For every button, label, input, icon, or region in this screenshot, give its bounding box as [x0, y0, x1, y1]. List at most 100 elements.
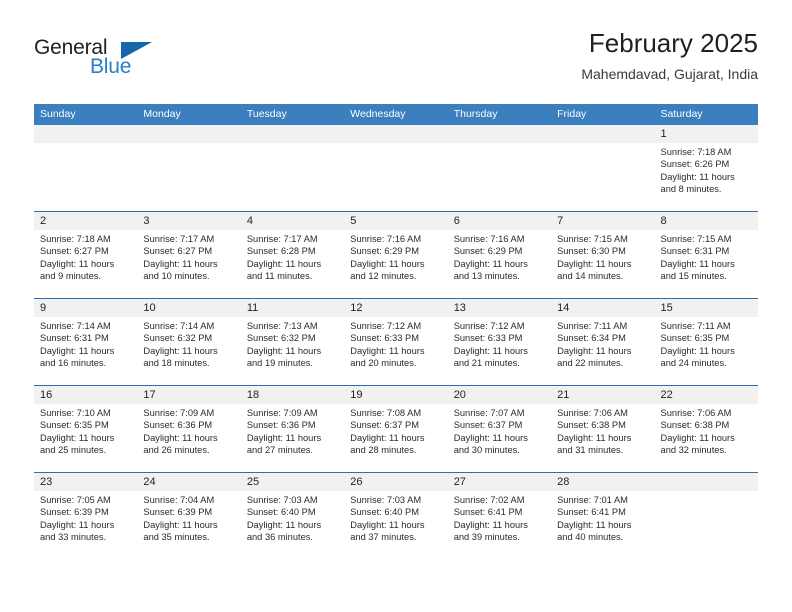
- day-number: 3: [137, 212, 241, 230]
- calendar-page: General Blue February 2025 Mahemdavad, G…: [0, 0, 792, 612]
- day-number: 26: [344, 473, 448, 491]
- general-blue-logo[interactable]: General Blue: [34, 36, 164, 84]
- daylight-duration-line2: and 8 minutes.: [660, 184, 722, 195]
- calendar-day-cell[interactable]: 7 Sunrise: 7:15 AM Sunset: 6:30 PM Daylight…: [551, 212, 655, 298]
- day-details: Sunrise: 7:11 AM Sunset: 6:34 PM Daylight:…: [551, 317, 654, 370]
- sunset-time: Sunset: 6:37 PM: [453, 420, 523, 431]
- calendar-day-cell[interactable]: 24 Sunrise: 7:04 AM Sunset: 6:39 PM Dayligh…: [137, 473, 241, 559]
- weekday-header-monday: Monday: [143, 108, 181, 120]
- calendar-day-cell[interactable]: 1 Sunrise: 7:18 AM Sunset: 6:26 PM Daylight…: [654, 125, 758, 211]
- sunrise-time: Sunrise: 7:05 AM: [40, 495, 111, 505]
- day-number: 28: [551, 473, 655, 491]
- day-details: Sunrise: 7:18 AM Sunset: 6:26 PM Daylight:…: [655, 143, 758, 196]
- day-details: Sunrise: 7:17 AM Sunset: 6:27 PM Daylight:…: [137, 230, 240, 283]
- daylight-duration-line1: Daylight: 11 hours: [246, 345, 322, 356]
- daylight-duration-line2: and 20 minutes.: [350, 358, 417, 369]
- calendar-day-cell[interactable]: 8 Sunrise: 7:15 AM Sunset: 6:31 PM Daylight…: [654, 212, 758, 298]
- calendar-day-cell[interactable]: 25 Sunrise: 7:03 AM Sunset: 6:40 PM Dayligh…: [240, 473, 345, 559]
- daylight-duration-line2: and 30 minutes.: [453, 445, 520, 456]
- sunset-time: Sunset: 6:39 PM: [143, 507, 213, 518]
- sunset-time: Sunset: 6:40 PM: [246, 507, 316, 518]
- calendar-day-cell[interactable]: 18 Sunrise: 7:09 AM Sunset: 6:36 PM Dayligh…: [240, 386, 345, 472]
- day-details: [655, 491, 758, 494]
- day-number: 8: [654, 212, 758, 230]
- day-details: Sunrise: 7:14 AM Sunset: 6:32 PM Daylight:…: [137, 317, 240, 370]
- daylight-duration-line2: and 36 minutes.: [246, 532, 313, 543]
- sunrise-time: Sunrise: 7:16 AM: [350, 234, 422, 244]
- sunset-time: Sunset: 6:27 PM: [40, 246, 109, 257]
- day-details: Sunrise: 7:15 AM Sunset: 6:30 PM Daylight:…: [551, 230, 654, 283]
- calendar-day-cell[interactable]: 9 Sunrise: 7:14 AM Sunset: 6:31 PM Daylight…: [34, 299, 138, 385]
- daylight-duration-line1: Daylight: 11 hours: [557, 432, 632, 443]
- weekday-header-row: Sunday Monday Tuesday Wednesday Thursday…: [34, 104, 758, 125]
- daylight-duration-line2: and 10 minutes.: [143, 271, 210, 282]
- calendar-day-cell[interactable]: 13 Sunrise: 7:12 AM Sunset: 6:33 PM Dayligh…: [447, 299, 552, 385]
- daylight-duration-line1: Daylight: 11 hours: [350, 258, 425, 269]
- day-number: 24: [137, 473, 241, 491]
- sunset-time: Sunset: 6:37 PM: [350, 420, 419, 431]
- calendar-day-cell[interactable]: 14 Sunrise: 7:11 AM Sunset: 6:34 PM Dayligh…: [551, 299, 655, 385]
- day-number: 15: [654, 299, 758, 317]
- daylight-duration-line2: and 37 minutes.: [350, 532, 417, 543]
- page-subtitle: Mahemdavad, Gujarat, India: [581, 66, 758, 82]
- day-number: 27: [447, 473, 552, 491]
- calendar-day-cell[interactable]: 11 Sunrise: 7:13 AM Sunset: 6:32 PM Dayligh…: [240, 299, 345, 385]
- calendar-day-cell[interactable]: 27 Sunrise: 7:02 AM Sunset: 6:41 PM Dayligh…: [447, 473, 552, 559]
- daylight-duration-line2: and 19 minutes.: [246, 358, 313, 369]
- calendar-day-cell[interactable]: 2 Sunrise: 7:18 AM Sunset: 6:27 PM Daylight…: [34, 212, 138, 298]
- calendar-day-cell-empty: [654, 473, 758, 559]
- daylight-duration-line2: and 14 minutes.: [557, 271, 624, 282]
- sunset-time: Sunset: 6:30 PM: [557, 246, 626, 257]
- daylight-duration-line1: Daylight: 11 hours: [350, 345, 425, 356]
- weekday-header-saturday: Saturday: [660, 108, 703, 120]
- sunset-time: Sunset: 6:31 PM: [660, 246, 730, 257]
- day-number: 6: [447, 212, 552, 230]
- sunrise-time: Sunrise: 7:14 AM: [143, 321, 215, 331]
- calendar-day-cell[interactable]: 15 Sunrise: 7:11 AM Sunset: 6:35 PM Dayligh…: [654, 299, 758, 385]
- day-number: 23: [34, 473, 138, 491]
- daylight-duration-line2: and 9 minutes.: [40, 271, 101, 282]
- calendar-day-cell[interactable]: 20 Sunrise: 7:07 AM Sunset: 6:37 PM Dayligh…: [447, 386, 552, 472]
- day-details: Sunrise: 7:03 AM Sunset: 6:40 PM Daylight:…: [241, 491, 344, 544]
- daylight-duration-line1: Daylight: 11 hours: [40, 345, 115, 356]
- calendar-day-cell[interactable]: 16 Sunrise: 7:10 AM Sunset: 6:35 PM Dayligh…: [34, 386, 138, 472]
- day-details: Sunrise: 7:13 AM Sunset: 6:32 PM Daylight:…: [241, 317, 344, 370]
- calendar-day-cell[interactable]: 23 Sunrise: 7:05 AM Sunset: 6:39 PM Dayligh…: [34, 473, 138, 559]
- day-details: Sunrise: 7:02 AM Sunset: 6:41 PM Daylight:…: [448, 491, 551, 544]
- calendar-day-cell[interactable]: 19 Sunrise: 7:08 AM Sunset: 6:37 PM Dayligh…: [344, 386, 448, 472]
- calendar-day-cell[interactable]: 17 Sunrise: 7:09 AM Sunset: 6:36 PM Dayligh…: [137, 386, 241, 472]
- page-header: General Blue February 2025 Mahemdavad, G…: [34, 28, 758, 96]
- calendar-day-cell[interactable]: 4 Sunrise: 7:17 AM Sunset: 6:28 PM Daylight…: [240, 212, 345, 298]
- day-details: Sunrise: 7:04 AM Sunset: 6:39 PM Daylight:…: [137, 491, 240, 544]
- calendar-day-cell[interactable]: 22 Sunrise: 7:06 AM Sunset: 6:38 PM Dayligh…: [654, 386, 758, 472]
- day-details: Sunrise: 7:16 AM Sunset: 6:29 PM Daylight:…: [344, 230, 447, 283]
- weekday-header-sunday: Sunday: [40, 108, 76, 120]
- calendar-grid: Sunday Monday Tuesday Wednesday Thursday…: [34, 104, 758, 559]
- calendar-day-cell[interactable]: 3 Sunrise: 7:17 AM Sunset: 6:27 PM Daylight…: [137, 212, 241, 298]
- weekday-header-friday: Friday: [557, 108, 587, 120]
- daylight-duration-line1: Daylight: 11 hours: [246, 432, 322, 443]
- day-details: Sunrise: 7:06 AM Sunset: 6:38 PM Daylight:…: [551, 404, 654, 457]
- sunrise-time: Sunrise: 7:13 AM: [246, 321, 318, 331]
- daylight-duration-line1: Daylight: 11 hours: [246, 519, 322, 530]
- calendar-day-cell-empty: [34, 125, 138, 211]
- calendar-day-cell[interactable]: 5 Sunrise: 7:16 AM Sunset: 6:29 PM Daylight…: [344, 212, 448, 298]
- calendar-day-cell[interactable]: 28 Sunrise: 7:01 AM Sunset: 6:41 PM Dayligh…: [551, 473, 655, 559]
- calendar-day-cell[interactable]: 26 Sunrise: 7:03 AM Sunset: 6:40 PM Dayligh…: [344, 473, 448, 559]
- day-number: 1: [654, 125, 758, 143]
- day-number: 16: [34, 386, 138, 404]
- sunrise-time: Sunrise: 7:07 AM: [453, 408, 525, 418]
- daylight-duration-line2: and 16 minutes.: [40, 358, 107, 369]
- calendar-day-cell[interactable]: 6 Sunrise: 7:16 AM Sunset: 6:29 PM Daylight…: [447, 212, 552, 298]
- daylight-duration-line2: and 33 minutes.: [40, 532, 107, 543]
- daylight-duration-line1: Daylight: 11 hours: [453, 258, 528, 269]
- sunrise-time: Sunrise: 7:15 AM: [557, 234, 628, 244]
- sunrise-time: Sunrise: 7:03 AM: [350, 495, 422, 505]
- calendar-day-cell[interactable]: 12 Sunrise: 7:12 AM Sunset: 6:33 PM Dayligh…: [344, 299, 448, 385]
- daylight-duration-line2: and 40 minutes.: [557, 532, 624, 543]
- day-details: Sunrise: 7:14 AM Sunset: 6:31 PM Daylight:…: [34, 317, 137, 370]
- calendar-day-cell[interactable]: 10 Sunrise: 7:14 AM Sunset: 6:32 PM Dayligh…: [137, 299, 241, 385]
- sunrise-time: Sunrise: 7:17 AM: [143, 234, 215, 244]
- daylight-duration-line1: Daylight: 11 hours: [143, 345, 218, 356]
- calendar-day-cell[interactable]: 21 Sunrise: 7:06 AM Sunset: 6:38 PM Dayligh…: [551, 386, 655, 472]
